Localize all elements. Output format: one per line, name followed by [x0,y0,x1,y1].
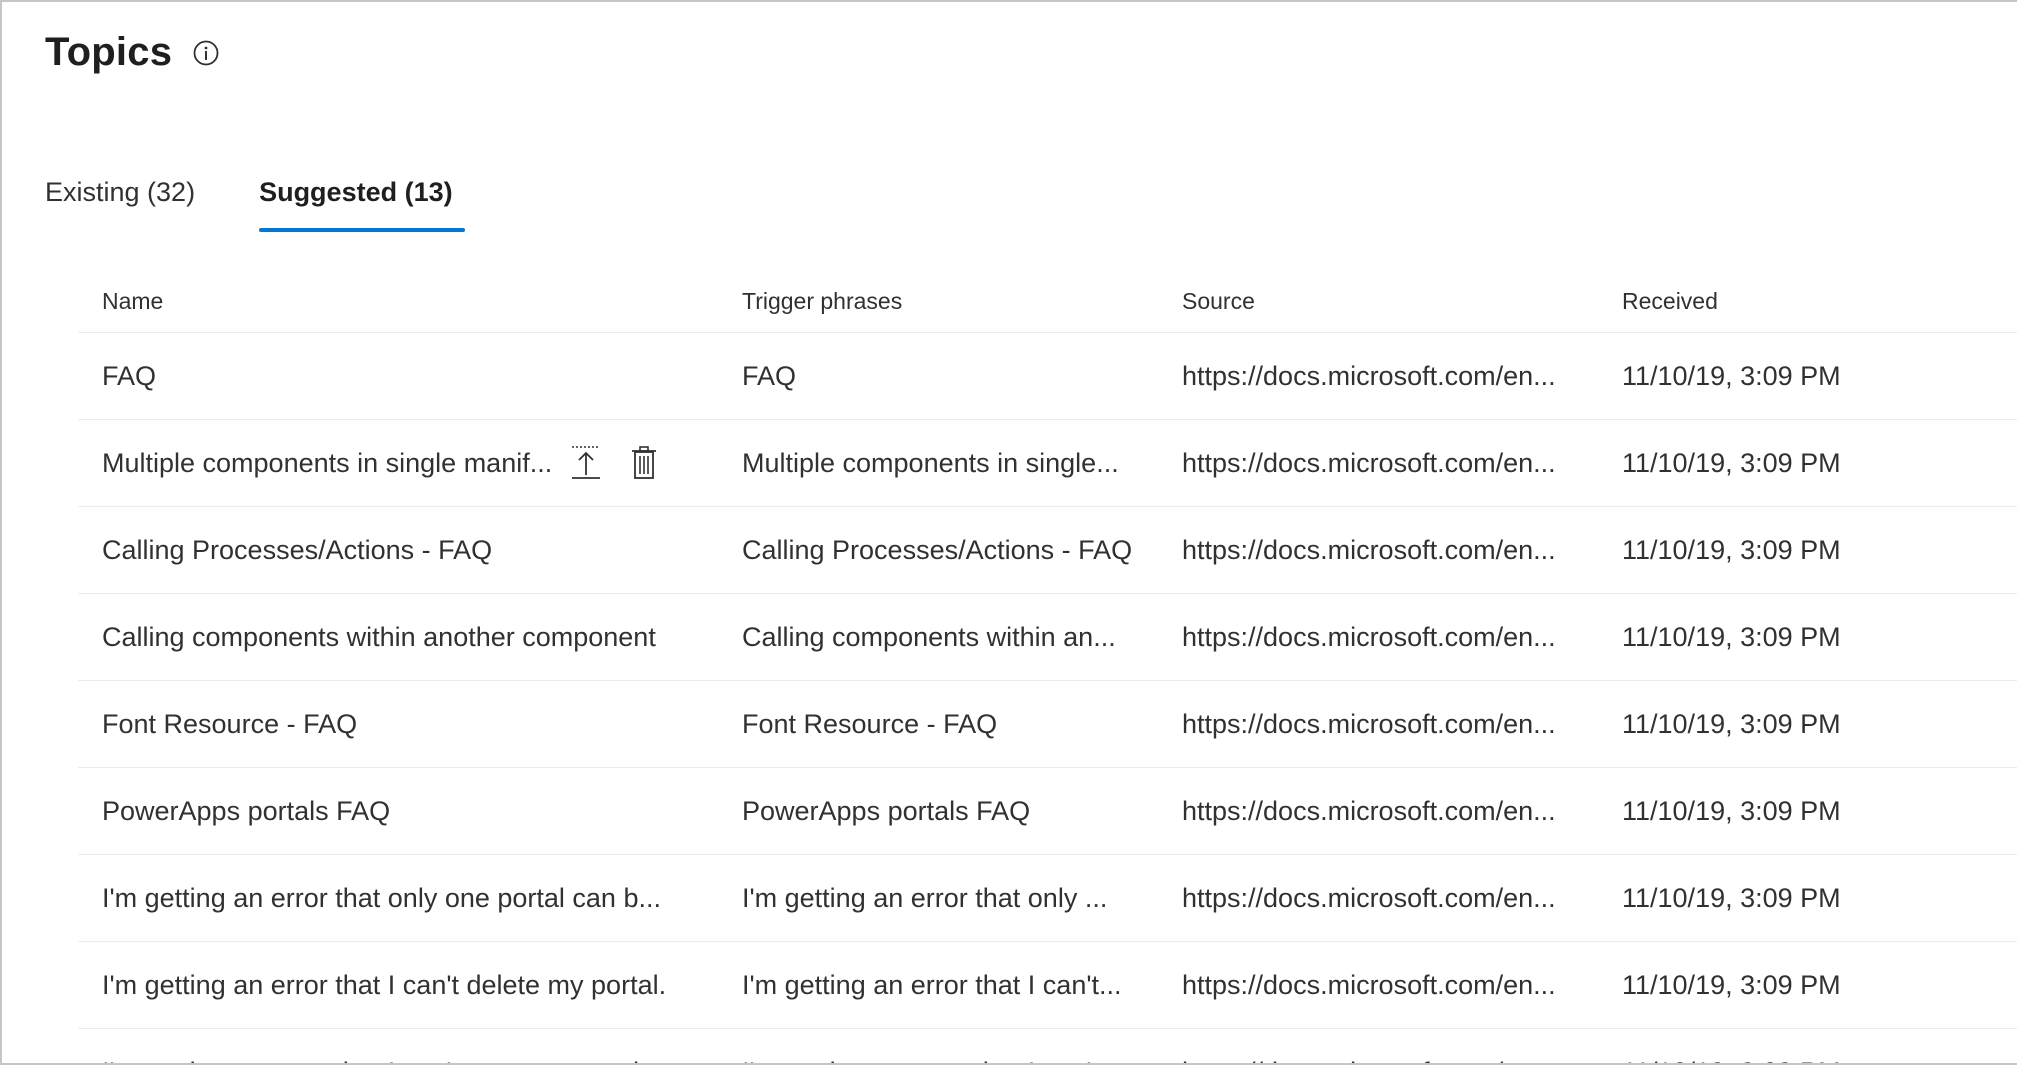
column-header-source[interactable]: Source [1158,288,1598,315]
cell-name[interactable]: PowerApps portals FAQ [78,796,718,827]
cell-name[interactable]: Calling Processes/Actions - FAQ [78,535,718,566]
cell-source[interactable]: https://docs.microsoft.com/en... [1158,709,1598,740]
topic-name[interactable]: Font Resource - FAQ [102,709,357,740]
cell-trigger-phrases: I'm getting an error that only ... [718,883,1158,914]
table-row[interactable]: Multiple components in single manif... [78,420,2017,507]
cell-name[interactable]: I'm getting an error that I can't create… [78,1057,718,1065]
cell-received: 11/10/19, 3:09 PM [1598,1057,2017,1065]
cell-name[interactable]: Calling components within another compon… [78,622,718,653]
cell-name[interactable]: Multiple components in single manif... [78,445,718,481]
table-row[interactable]: FAQ FAQ https://docs.microsoft.com/en...… [78,333,2017,420]
cell-source[interactable]: https://docs.microsoft.com/en... [1158,1057,1598,1065]
topic-name[interactable]: PowerApps portals FAQ [102,796,390,827]
cell-trigger-phrases: Multiple components in single... [718,448,1158,479]
cell-received: 11/10/19, 3:09 PM [1598,622,2017,653]
cell-source[interactable]: https://docs.microsoft.com/en... [1158,361,1598,392]
cell-source[interactable]: https://docs.microsoft.com/en... [1158,535,1598,566]
cell-received: 11/10/19, 3:09 PM [1598,883,2017,914]
topics-page: Topics Existing (32) Suggested (13) Name… [0,0,2017,1065]
column-header-received[interactable]: Received [1598,288,2017,315]
cell-source[interactable]: https://docs.microsoft.com/en... [1158,796,1598,827]
cell-trigger-phrases: Calling components within an... [718,622,1158,653]
tab-bar: Existing (32) Suggested (13) [45,172,517,236]
topic-name[interactable]: Multiple components in single manif... [102,448,552,479]
row-actions [568,445,662,481]
table-row[interactable]: Calling Processes/Actions - FAQ Calling … [78,507,2017,594]
cell-received: 11/10/19, 3:09 PM [1598,970,2017,1001]
column-header-name[interactable]: Name [78,288,718,315]
cell-source[interactable]: https://docs.microsoft.com/en... [1158,883,1598,914]
cell-source[interactable]: https://docs.microsoft.com/en... [1158,448,1598,479]
cell-trigger-phrases: I'm getting an error that I can't... [718,1057,1158,1065]
cell-trigger-phrases: PowerApps portals FAQ [718,796,1158,827]
title-row: Topics [45,30,220,75]
upload-icon[interactable] [568,445,604,481]
cell-received: 11/10/19, 3:09 PM [1598,796,2017,827]
topic-name[interactable]: I'm getting an error that only one porta… [102,883,661,914]
table-row[interactable]: I'm getting an error that only one porta… [78,855,2017,942]
table-row[interactable]: Calling components within another compon… [78,594,2017,681]
tab-existing[interactable]: Existing (32) [45,172,195,234]
topic-name[interactable]: FAQ [102,361,156,392]
table-row[interactable]: PowerApps portals FAQ PowerApps portals … [78,768,2017,855]
cell-trigger-phrases: Font Resource - FAQ [718,709,1158,740]
cell-trigger-phrases: FAQ [718,361,1158,392]
table-row[interactable]: Font Resource - FAQ Font Resource - FAQ … [78,681,2017,768]
cell-name[interactable]: I'm getting an error that I can't delete… [78,970,718,1001]
delete-icon[interactable] [626,445,662,481]
cell-received: 11/10/19, 3:09 PM [1598,361,2017,392]
tab-suggested[interactable]: Suggested (13) [259,172,453,234]
table-row[interactable]: I'm getting an error that I can't create… [78,1029,2017,1065]
topic-name[interactable]: I'm getting an error that I can't create… [102,1057,662,1065]
cell-trigger-phrases: Calling Processes/Actions - FAQ [718,535,1158,566]
topic-name[interactable]: Calling components within another compon… [102,622,656,653]
cell-name[interactable]: Font Resource - FAQ [78,709,718,740]
cell-name[interactable]: FAQ [78,361,718,392]
cell-name[interactable]: I'm getting an error that only one porta… [78,883,718,914]
table-header: Name Trigger phrases Source Received [78,270,2017,333]
cell-received: 11/10/19, 3:09 PM [1598,535,2017,566]
info-icon[interactable] [192,39,220,67]
cell-received: 11/10/19, 3:09 PM [1598,709,2017,740]
cell-trigger-phrases: I'm getting an error that I can't... [718,970,1158,1001]
cell-source[interactable]: https://docs.microsoft.com/en... [1158,622,1598,653]
table-row[interactable]: I'm getting an error that I can't delete… [78,942,2017,1029]
topic-name[interactable]: Calling Processes/Actions - FAQ [102,535,492,566]
cell-received: 11/10/19, 3:09 PM [1598,448,2017,479]
page-title: Topics [45,30,172,75]
cell-source[interactable]: https://docs.microsoft.com/en... [1158,970,1598,1001]
column-header-trigger-phrases[interactable]: Trigger phrases [718,288,1158,315]
topic-name[interactable]: I'm getting an error that I can't delete… [102,970,666,1001]
suggested-topics-table: Name Trigger phrases Source Received FAQ… [78,270,2017,1065]
